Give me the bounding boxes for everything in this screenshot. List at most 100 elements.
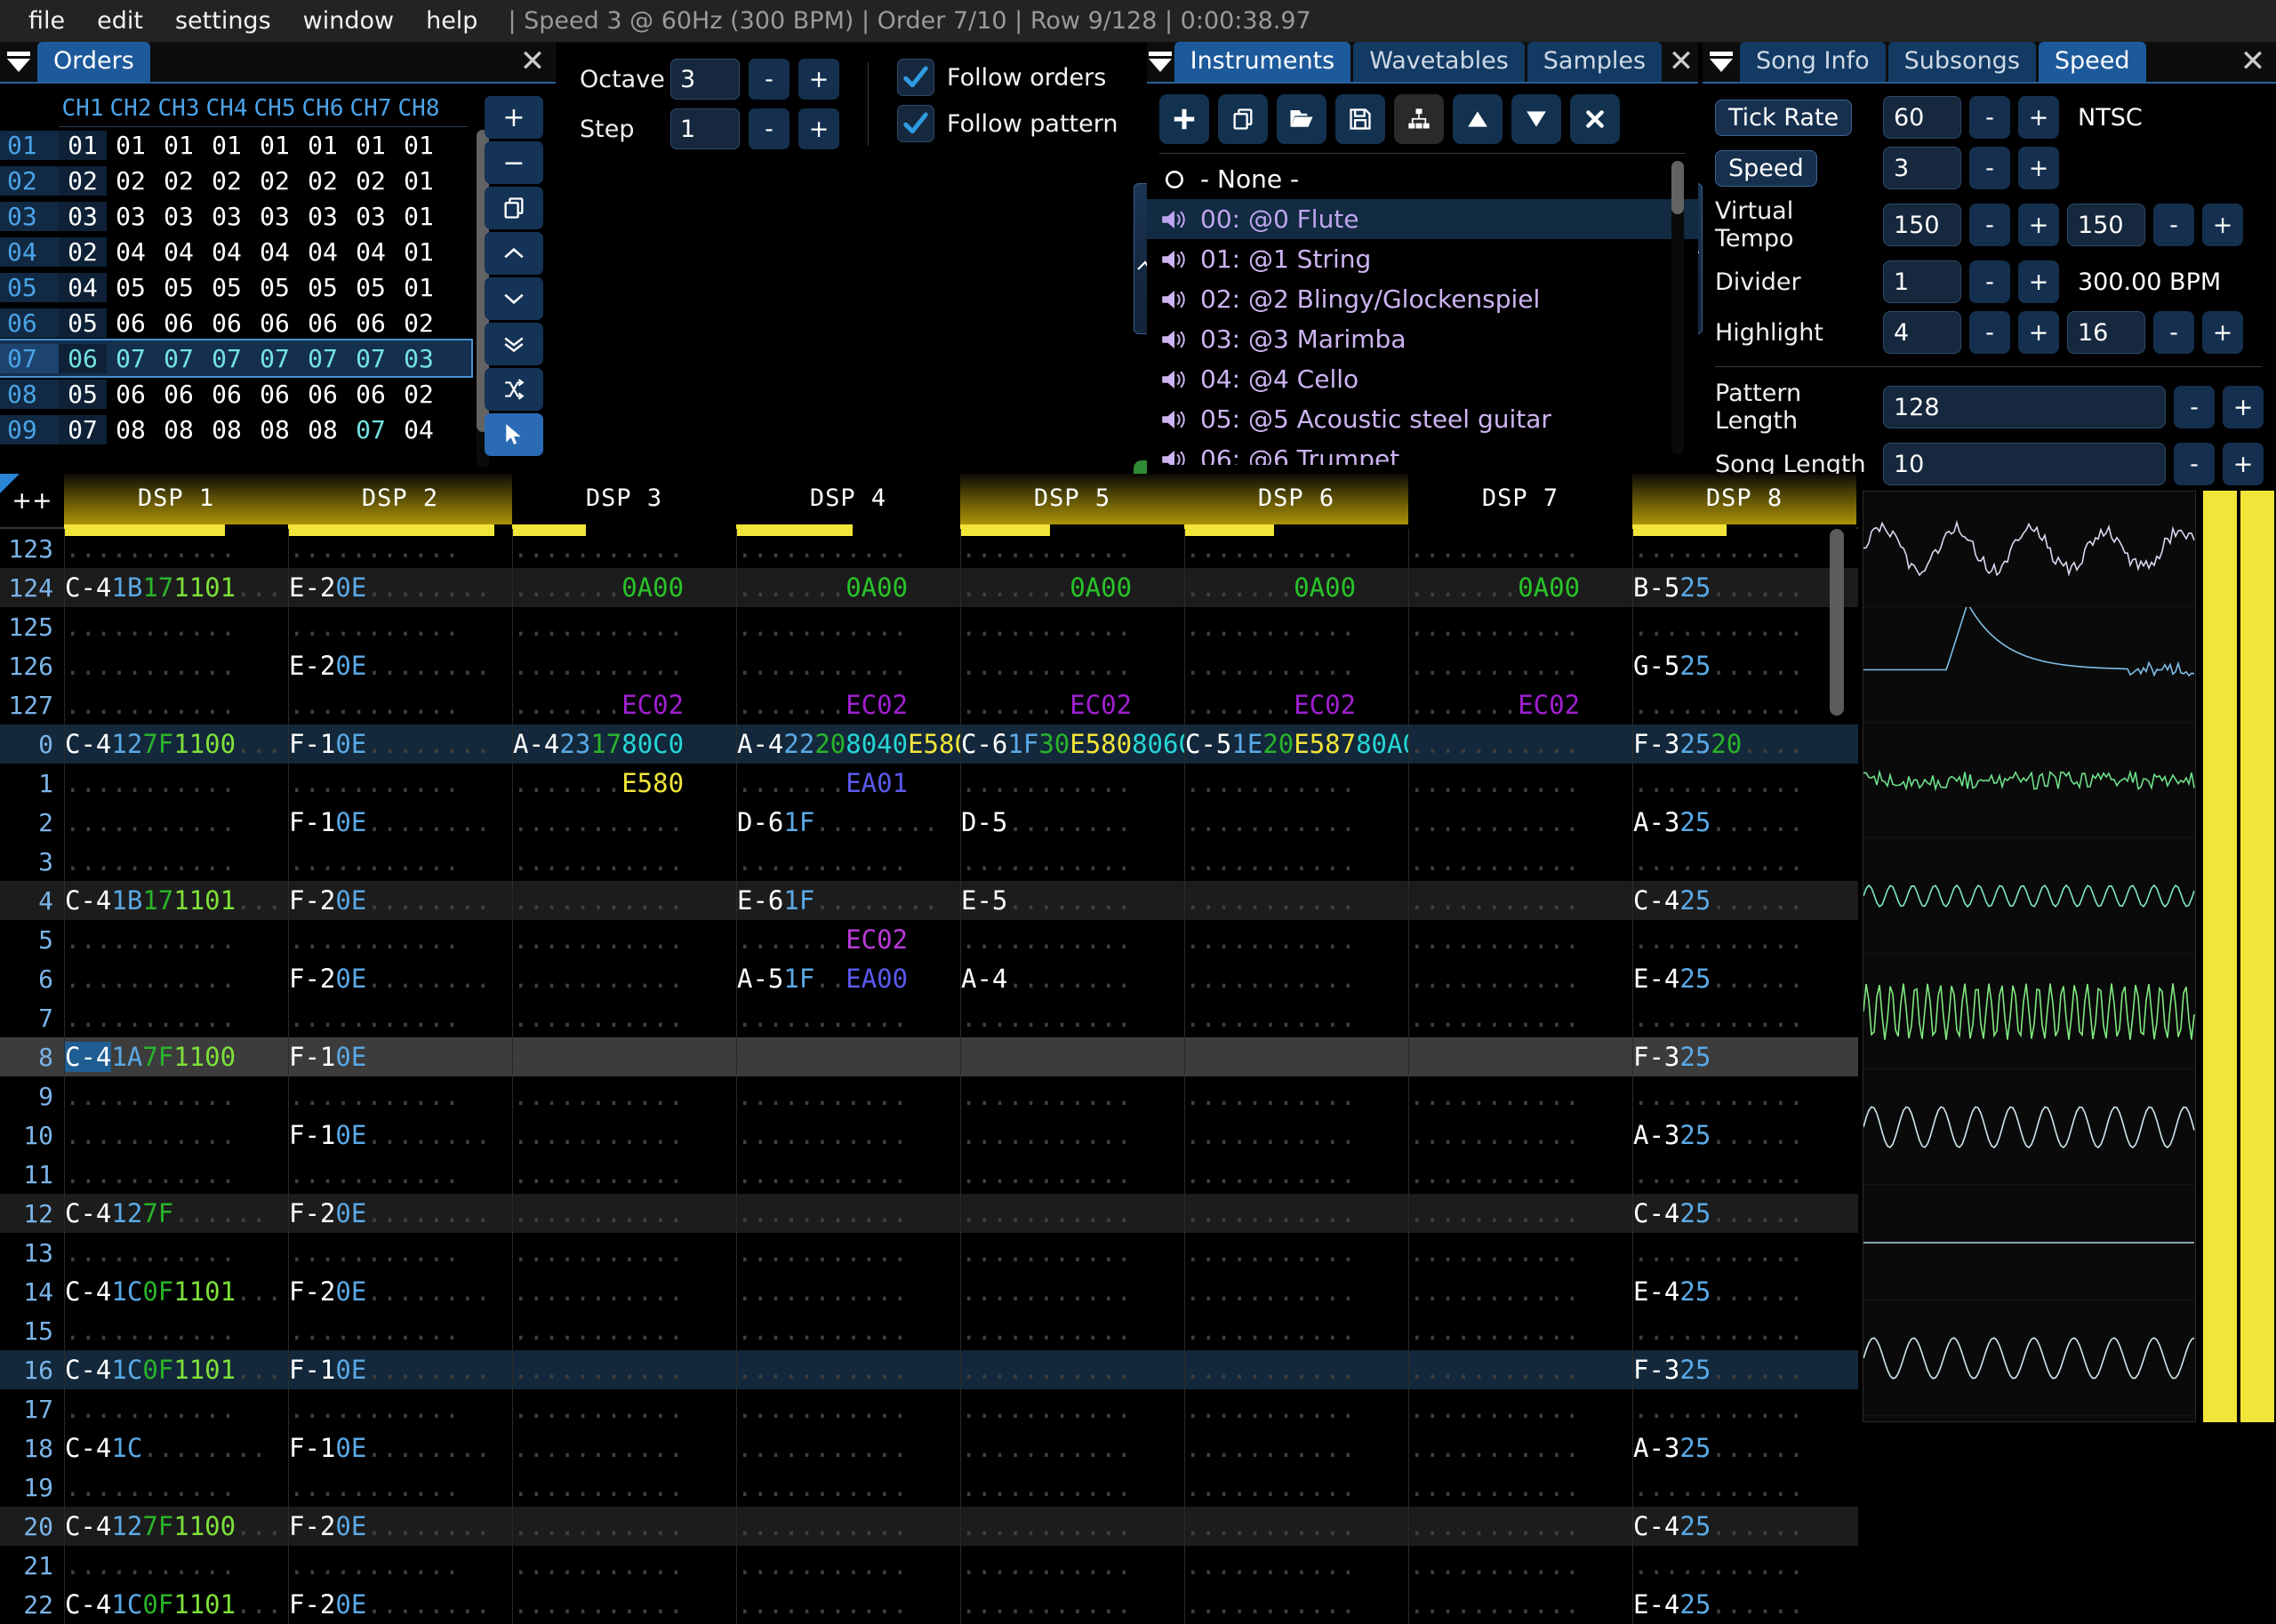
pattern-cell[interactable]: C-51E20E58780A0: [1184, 724, 1408, 764]
pattern-cell[interactable]: ...........: [736, 1037, 960, 1076]
move-order-up-button[interactable]: [485, 232, 543, 275]
speed-plus-button[interactable]: +: [2018, 311, 2059, 354]
pattern-cell[interactable]: F-20E........: [288, 959, 512, 998]
speed-value-input[interactable]: 4: [1883, 311, 1961, 354]
pattern-cell[interactable]: A-422208040E580: [736, 724, 960, 764]
pattern-cell[interactable]: ...........: [1408, 842, 1632, 881]
open-instrument-button[interactable]: [1277, 94, 1326, 144]
pattern-cell[interactable]: ...........: [288, 529, 512, 568]
pattern-cell[interactable]: .......EC02: [736, 920, 960, 959]
move-order-down-button[interactable]: [485, 277, 543, 320]
pattern-cell[interactable]: ...........: [512, 1155, 736, 1194]
pattern-cell[interactable]: A-51F..EA00: [736, 959, 960, 998]
pattern-cell[interactable]: ...........: [512, 646, 736, 685]
pattern-row[interactable]: 5.......................................…: [0, 920, 1858, 959]
pattern-cell[interactable]: ...........: [1184, 1116, 1408, 1155]
pattern-cell[interactable]: C-4127F......: [64, 1194, 288, 1233]
pattern-cell[interactable]: D-5........: [960, 803, 1184, 842]
step-minus-button[interactable]: -: [749, 108, 789, 149]
pattern-cell[interactable]: ...........: [1408, 1076, 1632, 1116]
pattern-cell[interactable]: ...........: [1184, 959, 1408, 998]
orders-cell[interactable]: 02: [299, 166, 347, 196]
pattern-cell[interactable]: .......0A00: [736, 568, 960, 607]
speed2-minus-button[interactable]: -: [2153, 311, 2194, 354]
orders-cell[interactable]: 04: [299, 237, 347, 267]
pattern-cell[interactable]: .......0A00: [1408, 568, 1632, 607]
pattern-cell[interactable]: F-10E........: [288, 1350, 512, 1389]
pattern-cell[interactable]: ...........: [1408, 646, 1632, 685]
pattern-cell[interactable]: B-525......: [1632, 568, 1856, 607]
pattern-channel-header-cell[interactable]: DSP 4: [736, 474, 960, 527]
tab-instruments[interactable]: Instruments: [1174, 42, 1351, 82]
follow-pattern-row[interactable]: Follow pattern: [897, 105, 1118, 142]
orders-cell[interactable]: 02: [395, 380, 443, 409]
pattern-length-minus-button[interactable]: -: [2174, 386, 2215, 428]
pattern-cell[interactable]: ...........: [512, 1428, 736, 1468]
pattern-row[interactable]: 4C-41B171101....F-20E...................…: [0, 881, 1858, 920]
tab-subsongs[interactable]: Subsongs: [1888, 42, 2036, 82]
pattern-row[interactable]: 7.......................................…: [0, 998, 1858, 1037]
pattern-cell[interactable]: ...........: [1184, 1233, 1408, 1272]
pattern-cell[interactable]: ...........: [960, 646, 1184, 685]
pattern-cell[interactable]: ...........: [288, 1389, 512, 1428]
pattern-cell[interactable]: ...........: [1184, 764, 1408, 803]
orders-cell[interactable]: 01: [395, 202, 443, 231]
pattern-cell[interactable]: F-10E........: [288, 1037, 512, 1076]
pattern-cell[interactable]: ...........: [288, 764, 512, 803]
pattern-cell[interactable]: ...........: [960, 1585, 1184, 1624]
pattern-cell[interactable]: ...........: [1184, 1389, 1408, 1428]
orders-cell[interactable]: 02: [155, 166, 203, 196]
pattern-cell[interactable]: ...........: [1632, 1233, 1856, 1272]
pattern-cell[interactable]: ...........: [960, 1233, 1184, 1272]
pattern-cell[interactable]: ...........: [1408, 724, 1632, 764]
orders-cell[interactable]: 07: [203, 344, 251, 373]
pattern-cell[interactable]: ...........: [736, 607, 960, 646]
pattern-cell[interactable]: E-425......: [1632, 959, 1856, 998]
pattern-cell[interactable]: ...........: [64, 1116, 288, 1155]
instrument-tree-button[interactable]: [1394, 94, 1444, 144]
pattern-cell[interactable]: ...........: [512, 881, 736, 920]
pattern-cell[interactable]: ...........: [1184, 1507, 1408, 1546]
pattern-cell[interactable]: ...........: [288, 1155, 512, 1194]
octave-minus-button[interactable]: -: [749, 59, 789, 100]
pattern-row[interactable]: 124C-41B171101....E-20E...............0A…: [0, 568, 1858, 607]
move-instrument-down-button[interactable]: [1511, 94, 1561, 144]
pattern-cell[interactable]: .......EC02: [736, 685, 960, 724]
pattern-cell[interactable]: ...........: [1408, 1155, 1632, 1194]
pattern-cell[interactable]: ...........: [512, 959, 736, 998]
pattern-cell[interactable]: A-325......: [1632, 1428, 1856, 1468]
orders-cell[interactable]: 03: [347, 202, 395, 231]
add-order-button[interactable]: +: [485, 96, 543, 139]
orders-cell[interactable]: 05: [59, 308, 107, 338]
pattern-cell[interactable]: ...........: [960, 1311, 1184, 1350]
pattern-row[interactable]: 3.......................................…: [0, 842, 1858, 881]
follow-orders-checkbox[interactable]: [897, 59, 934, 96]
orders-cell[interactable]: 07: [251, 344, 299, 373]
tab-speed[interactable]: Speed: [2039, 42, 2146, 82]
pattern-cell[interactable]: ...........: [512, 1389, 736, 1428]
pattern-cell[interactable]: ...........: [288, 1311, 512, 1350]
pattern-cell[interactable]: ...........: [64, 959, 288, 998]
step-input[interactable]: 1: [670, 108, 740, 149]
pattern-cell[interactable]: ...........: [512, 1546, 736, 1585]
orders-cell[interactable]: 07: [347, 415, 395, 444]
pattern-cell[interactable]: ...........: [64, 1233, 288, 1272]
pattern-row[interactable]: 0C-4127F1100....F-10E........A-4231780C0…: [0, 724, 1858, 764]
pattern-cell[interactable]: ...........: [1408, 1272, 1632, 1311]
pattern-cell[interactable]: ...........: [736, 529, 960, 568]
pattern-corner-label[interactable]: ++: [0, 474, 64, 527]
pattern-cell[interactable]: ...........: [1408, 1585, 1632, 1624]
pattern-channel-header-cell[interactable]: DSP 6: [1184, 474, 1408, 527]
pattern-cell[interactable]: ...........: [1408, 803, 1632, 842]
pattern-cell[interactable]: ...........: [1408, 1350, 1632, 1389]
orders-cell[interactable]: 03: [251, 202, 299, 231]
pattern-cell[interactable]: E-20E........: [288, 646, 512, 685]
step-plus-button[interactable]: +: [798, 108, 839, 149]
pattern-cell[interactable]: ...........: [1408, 998, 1632, 1037]
orders-cell[interactable]: 04: [347, 237, 395, 267]
pattern-cell[interactable]: ...........: [736, 1233, 960, 1272]
pattern-cell[interactable]: ...........: [1632, 1155, 1856, 1194]
pattern-cell[interactable]: ...........: [1632, 1468, 1856, 1507]
orders-row[interactable]: 08 05 06 06 06 06 06 06 02: [0, 376, 471, 412]
pattern-cell[interactable]: ...........: [64, 1076, 288, 1116]
